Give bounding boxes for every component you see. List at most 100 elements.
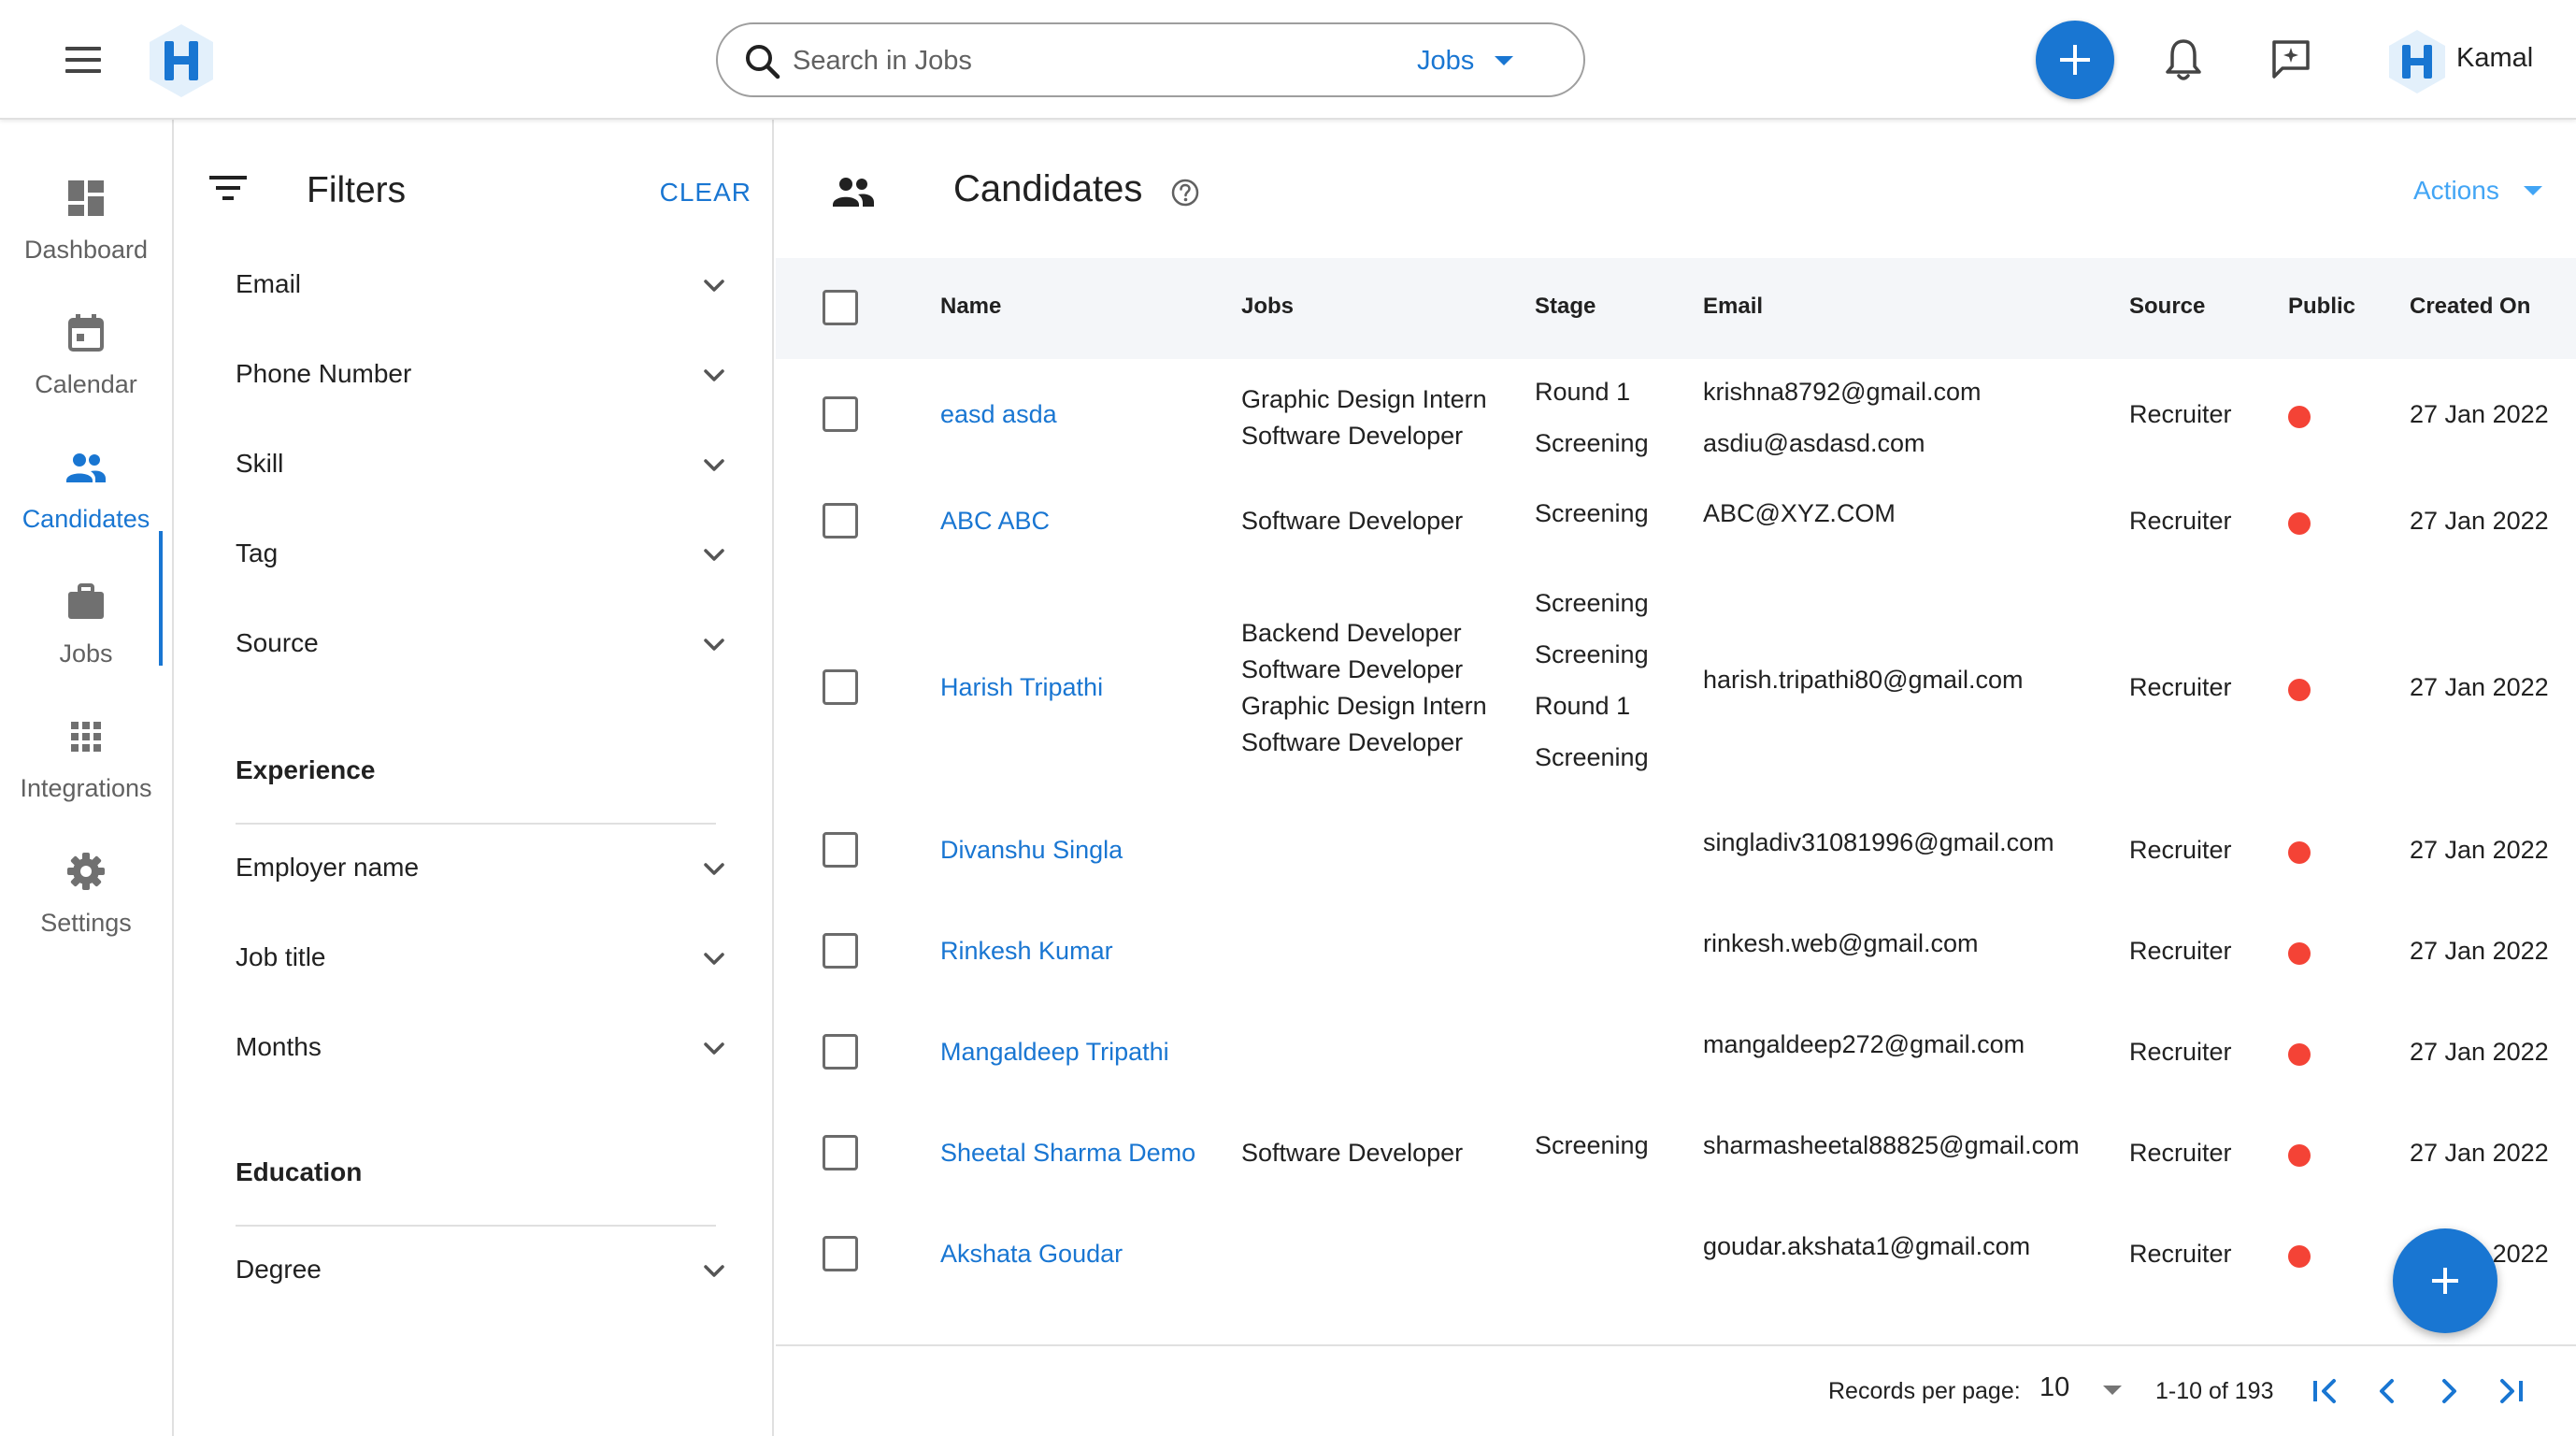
candidate-name-link[interactable]: easd asda	[940, 396, 1057, 433]
email-cell: harish.tripathi80@gmail.com	[1703, 662, 2024, 698]
column-header-email[interactable]: Email	[1703, 294, 1763, 320]
help-icon[interactable]	[1170, 178, 1200, 208]
nav-item-integrations[interactable]: Integrations	[0, 696, 172, 815]
actions-dropdown[interactable]: Actions	[2413, 176, 2542, 206]
table-row[interactable]: Harish Tripathi Backend Developer Softwa…	[776, 576, 2576, 802]
candidate-name-link[interactable]: Sheetal Sharma Demo	[940, 1135, 1195, 1171]
filter-tag[interactable]: Tag	[236, 518, 740, 593]
filter-skill[interactable]: Skill	[236, 428, 740, 503]
email-entry: ABC@XYZ.COM	[1703, 499, 1896, 527]
next-page-icon[interactable]	[2428, 1371, 2469, 1412]
table-row[interactable]: Rinkesh Kumar rinkesh.web@gmail.com Recr…	[776, 903, 2576, 1004]
plus-icon-stroke	[2443, 1268, 2447, 1294]
public-status-dot	[2288, 841, 2311, 864]
filter-employer-name[interactable]: Employer name	[236, 832, 740, 907]
row-checkbox[interactable]	[823, 933, 858, 969]
caret-down-icon	[2103, 1386, 2122, 1395]
candidate-name-link[interactable]: Akshata Goudar	[940, 1236, 1123, 1272]
candidate-name-link[interactable]: ABC ABC	[940, 503, 1050, 539]
email-entry: harish.tripathi80@gmail.com	[1703, 666, 2024, 694]
chevron-down-icon	[704, 459, 724, 471]
public-status-dot	[2288, 679, 2311, 701]
previous-page-icon[interactable]	[2367, 1371, 2408, 1412]
source-cell: Recruiter	[2129, 836, 2232, 864]
education-section-title: Education	[236, 1157, 363, 1186]
avatar[interactable]	[2385, 28, 2449, 95]
table-row[interactable]: Akshata Goudar goudar.akshata1@gmail.com…	[776, 1206, 2576, 1307]
row-checkbox[interactable]	[823, 1135, 858, 1170]
filter-source[interactable]: Source	[236, 608, 740, 682]
table-row[interactable]: easd asda Graphic Design Intern Software…	[776, 359, 2576, 475]
search-scope-dropdown[interactable]: Jobs	[1417, 39, 1514, 82]
row-checkbox[interactable]	[823, 1034, 858, 1070]
menu-icon[interactable]	[62, 43, 105, 77]
table-row[interactable]: ABC ABC Software Developer Screening ABC…	[776, 475, 2576, 576]
row-checkbox[interactable]	[823, 832, 858, 868]
filter-months[interactable]: Months	[236, 1012, 740, 1086]
nav-label: Settings	[40, 909, 132, 937]
notification-bell-icon[interactable]	[2165, 37, 2202, 82]
source-cell: Recruiter	[2129, 673, 2232, 701]
filter-job-title[interactable]: Job title	[236, 922, 740, 997]
column-header-public[interactable]: Public	[2288, 294, 2355, 320]
add-candidate-fab[interactable]	[2393, 1228, 2497, 1333]
page-title: Candidates	[953, 168, 1143, 209]
caret-down-icon	[2523, 186, 2542, 195]
first-page-icon[interactable]	[2305, 1371, 2346, 1412]
chevron-down-icon	[704, 1265, 724, 1277]
job-entry: Software Developer	[1241, 655, 1464, 683]
stage-cell: Screening	[1535, 495, 1649, 532]
filters-header: Filters CLEAR	[209, 161, 751, 217]
email-cell: sharmasheetal88825@gmail.com	[1703, 1127, 2080, 1164]
email-entry: sharmasheetal88825@gmail.com	[1703, 1131, 2080, 1159]
table-row[interactable]: Sheetal Sharma Demo Software Developer S…	[776, 1105, 2576, 1206]
search-icon[interactable]	[742, 41, 783, 82]
select-all-checkbox[interactable]	[823, 290, 858, 325]
column-header-created-on[interactable]: Created On	[2410, 294, 2530, 320]
filter-label: Employer name	[236, 853, 420, 882]
filter-list-icon	[209, 176, 247, 200]
nav-item-jobs[interactable]: Jobs	[0, 561, 172, 681]
job-entry: Backend Developer	[1241, 619, 1462, 647]
people-icon	[833, 178, 874, 207]
table-row[interactable]: Mangaldeep Tripathi mangaldeep272@gmail.…	[776, 1004, 2576, 1105]
search-input[interactable]	[793, 39, 1316, 82]
briefcase-icon	[68, 583, 104, 619]
job-entry: Graphic Design Intern	[1241, 692, 1487, 720]
chevron-down-icon	[704, 369, 724, 381]
plus-icon-stroke	[2073, 45, 2077, 75]
add-button[interactable]	[2036, 21, 2114, 99]
jobs-cell: Graphic Design Intern Software Developer	[1241, 381, 1487, 454]
last-page-icon[interactable]	[2490, 1371, 2531, 1412]
candidate-name-link[interactable]: Rinkesh Kumar	[940, 933, 1113, 969]
row-checkbox[interactable]	[823, 503, 858, 538]
feedback-icon[interactable]	[2269, 37, 2312, 80]
section-divider	[236, 1225, 716, 1227]
email-entry: krishna8792@gmail.com	[1703, 378, 1982, 406]
row-checkbox[interactable]	[823, 396, 858, 432]
column-header-source[interactable]: Source	[2129, 294, 2205, 320]
nav-item-settings[interactable]: Settings	[0, 830, 172, 950]
column-header-stage[interactable]: Stage	[1535, 294, 1596, 320]
user-name[interactable]: Kamal	[2456, 43, 2533, 74]
nav-item-calendar[interactable]: Calendar	[0, 292, 172, 411]
candidate-name-link[interactable]: Mangaldeep Tripathi	[940, 1034, 1169, 1070]
candidate-name-link[interactable]: Divanshu Singla	[940, 832, 1123, 869]
filter-phone-number[interactable]: Phone Number	[236, 338, 740, 413]
records-per-page-select[interactable]: 10	[2039, 1369, 2124, 1410]
column-header-jobs[interactable]: Jobs	[1241, 294, 1294, 320]
filter-label: Months	[236, 1032, 322, 1061]
nav-item-candidates[interactable]: Candidates	[0, 426, 172, 546]
candidate-name-link[interactable]: Harish Tripathi	[940, 669, 1103, 706]
clear-filters-button[interactable]: CLEAR	[660, 178, 751, 208]
app-logo[interactable]	[146, 22, 217, 99]
experience-section-title: Experience	[236, 755, 376, 784]
filter-email[interactable]: Email	[236, 249, 740, 323]
nav-item-dashboard[interactable]: Dashboard	[0, 157, 172, 277]
filter-degree[interactable]: Degree	[236, 1234, 740, 1309]
table-row[interactable]: Divanshu Singla singladiv31081996@gmail.…	[776, 802, 2576, 903]
stage-entry: Screening	[1535, 499, 1649, 527]
row-checkbox[interactable]	[823, 1236, 858, 1271]
row-checkbox[interactable]	[823, 669, 858, 705]
column-header-name[interactable]: Name	[940, 294, 1001, 320]
